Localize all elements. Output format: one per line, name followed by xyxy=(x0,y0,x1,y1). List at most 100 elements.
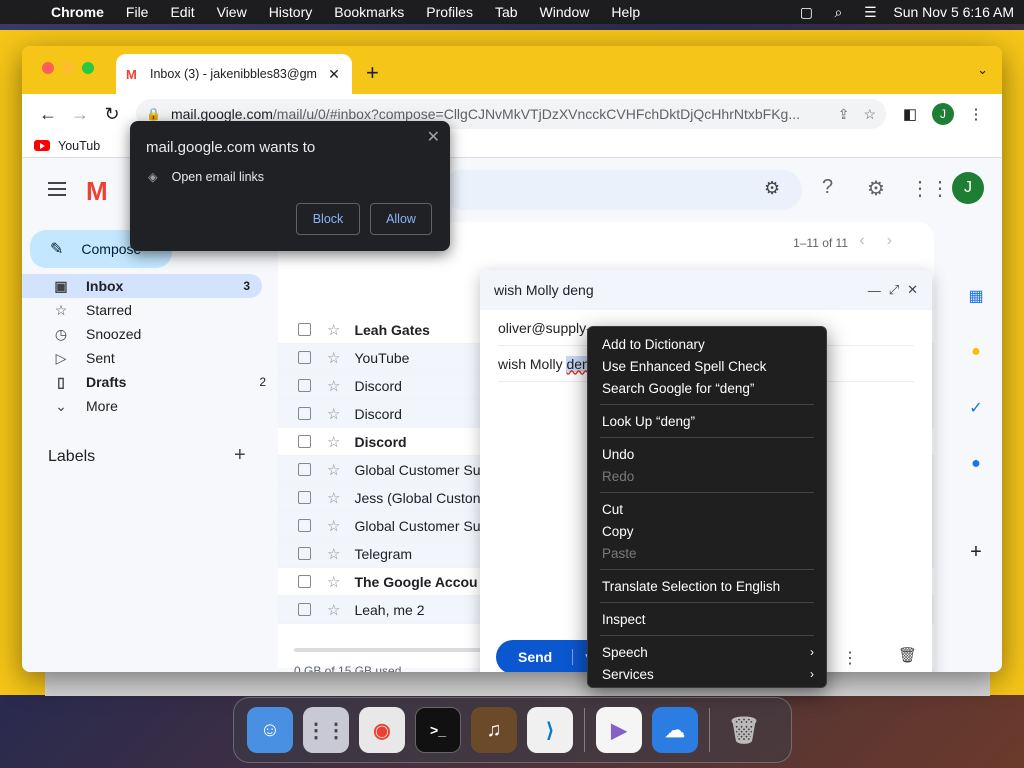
menu-item-services[interactable]: Services › xyxy=(602,664,814,684)
trash-icon[interactable]: 🗑 xyxy=(721,707,767,753)
minimize-window-button[interactable] xyxy=(62,62,74,74)
close-window-button[interactable] xyxy=(42,62,54,74)
allow-button[interactable]: Allow xyxy=(370,203,432,235)
menu-item-enhanced-spell-check[interactable]: Use Enhanced Spell Check xyxy=(602,356,814,376)
lock-icon[interactable]: 🔒 xyxy=(146,107,161,121)
bookmark-youtube[interactable]: YouTub xyxy=(58,139,100,153)
screen-mirroring-icon[interactable]: ▢ xyxy=(797,4,815,20)
zoom-window-button[interactable] xyxy=(82,62,94,74)
minimize-icon[interactable]: — xyxy=(868,283,881,298)
settings-gear-icon[interactable]: ⚙ xyxy=(867,176,885,201)
menu-item-copy[interactable]: Copy xyxy=(602,521,814,541)
google-apps-icon[interactable]: ⋮⋮ xyxy=(910,176,950,201)
menu-file[interactable]: File xyxy=(126,4,149,20)
tasks-icon[interactable]: ✓ xyxy=(966,398,986,418)
pagination-arrows-icon[interactable]: ‹› xyxy=(859,232,914,250)
nav-item-snoozed[interactable]: ◷ Snoozed xyxy=(22,322,278,346)
menu-datetime[interactable]: Sun Nov 5 6:16 AM xyxy=(893,4,1014,20)
reload-icon[interactable]: ↻ xyxy=(96,104,128,125)
star-icon[interactable]: ☆ xyxy=(327,545,340,563)
chrome-menu-icon[interactable]: ⋮ xyxy=(960,105,992,123)
star-icon[interactable]: ☆ xyxy=(327,461,340,479)
menu-tab[interactable]: Tab xyxy=(495,4,518,20)
row-checkbox[interactable] xyxy=(298,407,311,420)
row-checkbox[interactable] xyxy=(298,519,311,532)
menu-item-undo[interactable]: Undo xyxy=(602,444,814,464)
discard-draft-trash-icon[interactable]: 🗑 xyxy=(898,646,917,664)
row-checkbox[interactable] xyxy=(298,463,311,476)
row-checkbox[interactable] xyxy=(298,575,311,588)
spotlight-search-icon[interactable]: ⌕ xyxy=(829,4,847,20)
help-icon[interactable]: ? xyxy=(822,176,833,199)
star-icon[interactable]: ☆ xyxy=(327,601,340,619)
row-checkbox[interactable] xyxy=(298,351,311,364)
nav-item-inbox[interactable]: ▣ Inbox 3 xyxy=(22,274,262,298)
row-checkbox[interactable] xyxy=(298,603,311,616)
garageband-icon[interactable]: ♫ xyxy=(471,707,517,753)
bookmark-star-icon[interactable]: ☆ xyxy=(863,106,876,123)
control-center-icon[interactable]: ☰ xyxy=(861,4,879,20)
star-icon[interactable]: ☆ xyxy=(327,377,340,395)
menu-bookmarks[interactable]: Bookmarks xyxy=(334,4,404,20)
star-icon[interactable]: ☆ xyxy=(327,517,340,535)
side-panel-icon[interactable]: ◧ xyxy=(894,105,926,123)
vscode-icon[interactable]: ⟩ xyxy=(527,707,573,753)
terminal-icon[interactable]: >_ xyxy=(415,707,461,753)
nav-item-drafts[interactable]: ▯ Drafts 2 xyxy=(22,370,278,394)
menu-window[interactable]: Window xyxy=(540,4,590,20)
close-tab-icon[interactable]: ✕ xyxy=(326,66,342,83)
tab-search-chevron-icon[interactable]: ⌄ xyxy=(977,62,988,78)
star-icon[interactable]: ☆ xyxy=(327,321,340,339)
search-mail-input[interactable] xyxy=(442,170,802,210)
contacts-icon[interactable]: ● xyxy=(966,454,986,474)
launchpad-icon[interactable]: ⋮⋮ xyxy=(303,707,349,753)
share-icon[interactable]: ⇪ xyxy=(838,106,850,123)
close-icon[interactable]: ✕ xyxy=(907,282,918,298)
visual-studio-icon[interactable]: ▶ xyxy=(596,707,642,753)
menu-app-chrome[interactable]: Chrome xyxy=(51,4,104,20)
row-checkbox[interactable] xyxy=(298,547,311,560)
block-button[interactable]: Block xyxy=(296,203,360,235)
gmail-logo-icon[interactable]: M xyxy=(86,176,108,207)
menu-history[interactable]: History xyxy=(269,4,313,20)
back-arrow-icon[interactable]: ← xyxy=(32,104,64,125)
new-tab-icon[interactable]: + xyxy=(366,60,379,86)
row-checkbox[interactable] xyxy=(298,435,311,448)
row-checkbox[interactable] xyxy=(298,323,311,336)
star-icon[interactable]: ☆ xyxy=(327,433,340,451)
compose-header[interactable]: wish Molly deng — ⤢ ✕ xyxy=(480,270,932,310)
fullscreen-icon[interactable]: ⤢ xyxy=(889,282,899,298)
menu-edit[interactable]: Edit xyxy=(170,4,194,20)
star-icon[interactable]: ☆ xyxy=(327,573,340,591)
close-icon[interactable]: ✕ xyxy=(427,127,440,147)
more-options-icon[interactable]: ⋮ xyxy=(842,648,858,668)
menu-item-translate[interactable]: Translate Selection to English xyxy=(602,576,814,596)
weather-icon[interactable]: ☁ xyxy=(652,707,698,753)
nav-item-starred[interactable]: ☆ Starred xyxy=(22,298,278,322)
keep-icon[interactable]: ● xyxy=(966,342,986,362)
menu-item-inspect[interactable]: Inspect xyxy=(602,609,814,629)
search-options-icon[interactable]: ⚙ xyxy=(764,178,780,199)
nav-item-sent[interactable]: ▷ Sent xyxy=(22,346,278,370)
menu-item-search-google[interactable]: Search Google for “deng” xyxy=(602,378,814,398)
menu-item-add-to-dictionary[interactable]: Add to Dictionary xyxy=(602,334,814,354)
chrome-icon[interactable]: ◉ xyxy=(359,707,405,753)
row-checkbox[interactable] xyxy=(298,379,311,392)
finder-icon[interactable]: ☺ xyxy=(247,707,293,753)
account-avatar[interactable]: J xyxy=(952,172,984,204)
star-icon[interactable]: ☆ xyxy=(327,349,340,367)
star-icon[interactable]: ☆ xyxy=(327,489,340,507)
menu-item-look-up[interactable]: Look Up “deng” xyxy=(602,411,814,431)
star-icon[interactable]: ☆ xyxy=(327,405,340,423)
main-menu-icon[interactable] xyxy=(48,182,66,200)
menu-item-speech[interactable]: Speech › xyxy=(602,642,814,662)
add-label-icon[interactable]: + xyxy=(234,444,246,467)
menu-profiles[interactable]: Profiles xyxy=(426,4,473,20)
profile-avatar[interactable]: J xyxy=(932,103,954,125)
menu-help[interactable]: Help xyxy=(611,4,640,20)
nav-item-more[interactable]: ⌄ More xyxy=(22,394,278,418)
menu-view[interactable]: View xyxy=(217,4,247,20)
menu-item-cut[interactable]: Cut xyxy=(602,499,814,519)
calendar-icon[interactable]: ▦ xyxy=(966,286,986,306)
add-addon-icon[interactable]: + xyxy=(966,541,986,563)
